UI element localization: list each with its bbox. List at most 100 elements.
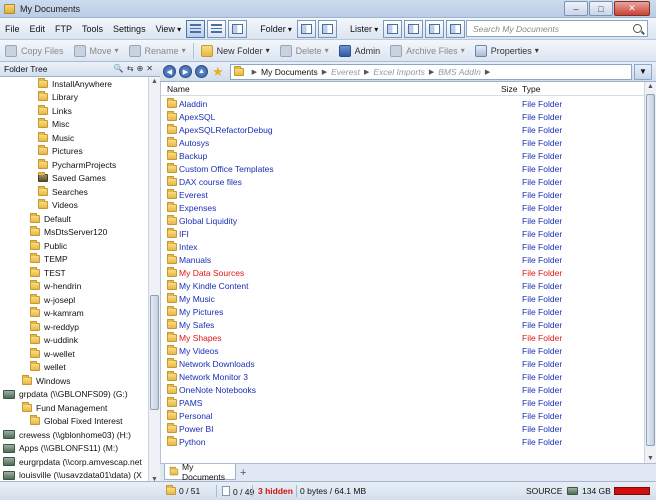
scroll-up-icon[interactable]: ▲ xyxy=(151,78,158,85)
file-row[interactable]: Custom Office Templates File Folder xyxy=(161,162,645,175)
column-name[interactable]: Name xyxy=(167,84,190,94)
menu-edit[interactable]: Edit xyxy=(25,24,51,34)
tree-item[interactable]: w-reddyp xyxy=(30,320,79,334)
file-row[interactable]: My Kindle Content File Folder xyxy=(161,279,645,292)
file-row[interactable]: Backup File Folder xyxy=(161,149,645,162)
tree-item[interactable]: TEST xyxy=(30,266,66,280)
forward-arrow-icon[interactable]: ▶ xyxy=(179,65,192,78)
file-row[interactable]: Personal File Folder xyxy=(161,409,645,422)
tree-item[interactable]: w-kamram xyxy=(30,307,84,321)
tree-item[interactable]: grpdata (\\GBLONFS09) (G:) xyxy=(3,388,128,402)
tree-item[interactable]: Global Fixed Interest xyxy=(30,415,122,429)
menu-folder[interactable]: Folder xyxy=(255,24,297,34)
file-row[interactable]: Intex File Folder xyxy=(161,240,645,253)
file-row[interactable]: Aladdin File Folder xyxy=(161,97,645,110)
menu-view[interactable]: View xyxy=(151,24,187,34)
file-list-scrollbar[interactable]: ▲ ▼ xyxy=(644,82,656,463)
properties-button[interactable]: Properties xyxy=(470,41,544,61)
add-tab-icon[interactable]: + xyxy=(240,467,246,479)
file-row[interactable]: DAX course files File Folder xyxy=(161,175,645,188)
scroll-thumb[interactable] xyxy=(646,94,655,446)
tree-item[interactable]: Windows xyxy=(22,374,70,388)
tree-item[interactable]: TEMP xyxy=(30,253,68,267)
search-icon[interactable] xyxy=(633,24,642,33)
file-row[interactable]: Network Downloads File Folder xyxy=(161,357,645,370)
menu-settings[interactable]: Settings xyxy=(108,24,151,34)
archive-files-button[interactable]: Archive Files xyxy=(385,41,470,61)
column-type[interactable]: Type xyxy=(522,84,540,94)
tree-item[interactable]: crewess (\\gblonhome03) (H:) xyxy=(3,428,131,442)
dual-pane-button[interactable] xyxy=(317,19,337,38)
delete-button[interactable]: Delete xyxy=(275,41,334,61)
lister-utility-button[interactable] xyxy=(446,19,466,38)
tree-item[interactable]: MsDtsServer120 xyxy=(30,226,107,240)
file-row[interactable]: ApexSQLRefactorDebug File Folder xyxy=(161,123,645,136)
tree-item[interactable]: Fund Management xyxy=(22,401,107,415)
tab-my-documents[interactable]: My Documents xyxy=(164,462,236,482)
file-row[interactable]: Manuals File Folder xyxy=(161,253,645,266)
tree-item[interactable]: Apps (\\GBLONFS11) (M:) xyxy=(3,442,118,456)
file-row[interactable]: Everest File Folder xyxy=(161,188,645,201)
back-arrow-icon[interactable]: ◀ xyxy=(163,65,176,78)
tree-item[interactable]: Links xyxy=(38,104,72,118)
tree-item[interactable]: eurgrpdata (\\corp.amvescap.net xyxy=(3,455,142,469)
column-size[interactable]: Size xyxy=(501,84,518,94)
folder-tree-scrollbar[interactable]: ▲ ▼ xyxy=(148,77,160,484)
file-row[interactable]: PAMS File Folder xyxy=(161,396,645,409)
close-button[interactable]: ✕ xyxy=(614,1,650,16)
tree-item[interactable]: w-josepl xyxy=(30,293,75,307)
menu-tools[interactable]: Tools xyxy=(77,24,108,34)
tree-item[interactable]: Searches xyxy=(38,185,88,199)
list-view-button[interactable] xyxy=(207,19,227,38)
file-row[interactable]: Network Monitor 3 File Folder xyxy=(161,370,645,383)
scroll-up-icon[interactable]: ▲ xyxy=(647,83,654,90)
tree-header-controls[interactable]: 🔍⇆⊕✕ xyxy=(114,64,156,73)
favorites-star-icon[interactable]: ★ xyxy=(212,65,224,78)
file-row[interactable]: My Data Sources File Folder xyxy=(161,266,645,279)
up-arrow-icon[interactable]: ▲ xyxy=(195,65,208,78)
breadcrumb-separator-icon[interactable]: ▶ xyxy=(485,68,490,76)
file-row[interactable]: Autosys File Folder xyxy=(161,136,645,149)
lister-split-button[interactable] xyxy=(404,19,424,38)
file-row[interactable]: IFI File Folder xyxy=(161,227,645,240)
file-row[interactable]: OneNote Notebooks File Folder xyxy=(161,383,645,396)
folder-tree[interactable]: InstallAnywhere Library Links Misc Music Pict… xyxy=(0,77,148,484)
file-list[interactable]: Name Size Type Aladdin File Folder ApexSQL… xyxy=(160,82,656,463)
tree-item[interactable]: louisville (\\usavzdata01\data) (X xyxy=(3,469,142,483)
file-row[interactable]: Expenses File Folder xyxy=(161,201,645,214)
menu-lister[interactable]: Lister xyxy=(345,24,383,34)
address-dropdown-icon[interactable]: ▼ xyxy=(634,63,652,80)
breadcrumb-history-item[interactable]: Everest xyxy=(331,67,360,77)
breadcrumb-separator-icon[interactable]: ▶ xyxy=(364,68,369,76)
file-row[interactable]: Global Liquidity File Folder xyxy=(161,214,645,227)
menu-file[interactable]: File xyxy=(0,24,25,34)
scroll-down-icon[interactable]: ▼ xyxy=(647,455,654,462)
admin-button[interactable]: Admin xyxy=(334,41,386,61)
tree-item[interactable]: Music xyxy=(38,131,74,145)
new-folder-button[interactable]: New Folder xyxy=(196,41,275,61)
tree-item[interactable]: InstallAnywhere xyxy=(38,77,112,91)
file-row[interactable]: My Music File Folder xyxy=(161,292,645,305)
tree-item[interactable]: w-uddink xyxy=(30,334,78,348)
tree-item[interactable]: Pictures xyxy=(38,145,83,159)
file-row[interactable]: Power BI File Folder xyxy=(161,422,645,435)
tree-item[interactable]: Public xyxy=(30,239,67,253)
tree-item[interactable]: Videos xyxy=(38,199,78,213)
breadcrumb-history-item[interactable]: Excel Imports xyxy=(373,67,425,77)
menu-ftp[interactable]: FTP xyxy=(50,24,77,34)
file-row[interactable]: My Pictures File Folder xyxy=(161,305,645,318)
breadcrumb-item[interactable]: My Documents xyxy=(261,67,318,77)
maximize-button[interactable]: □ xyxy=(589,1,613,16)
tree-item[interactable]: w-hendrin xyxy=(30,280,81,294)
file-row[interactable]: ApexSQL File Folder xyxy=(161,110,645,123)
file-row[interactable]: My Videos File Folder xyxy=(161,344,645,357)
breadcrumb-separator-icon[interactable]: ▶ xyxy=(252,68,257,76)
file-row[interactable]: My Shapes File Folder xyxy=(161,331,645,344)
lister-viewer-button[interactable] xyxy=(425,19,445,38)
move-button[interactable]: Move xyxy=(69,41,124,61)
tree-item[interactable]: w-wellet xyxy=(30,347,75,361)
tree-item[interactable]: wellet xyxy=(30,361,66,375)
rename-button[interactable]: Rename xyxy=(124,41,191,61)
breadcrumb[interactable]: ▶ My Documents ▶ Everest ▶ Excel Imports… xyxy=(229,63,632,80)
copy-files-button[interactable]: Copy Files xyxy=(0,41,69,61)
